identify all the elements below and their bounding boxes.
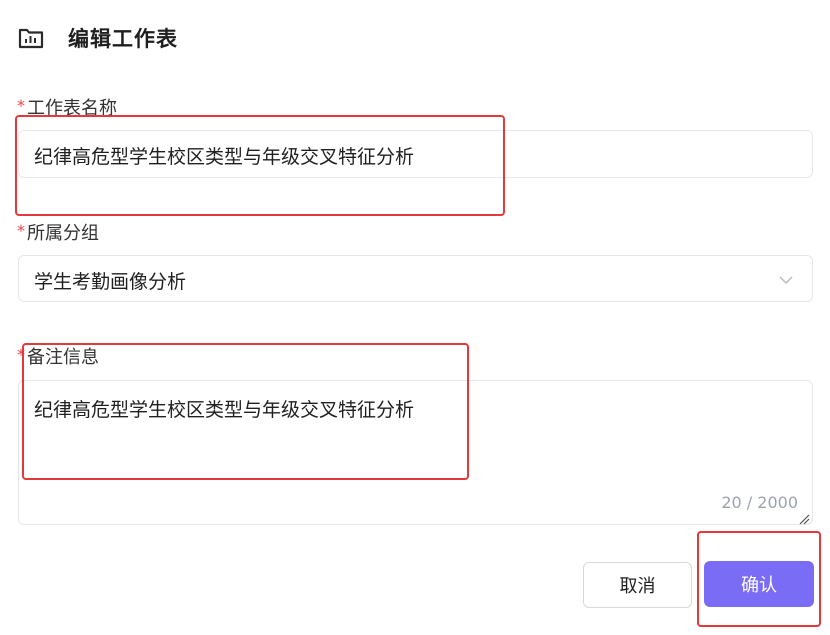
required-asterisk: * <box>17 95 25 115</box>
required-asterisk: * <box>17 220 25 240</box>
folder-chart-icon <box>18 25 44 51</box>
worksheet-name-value: 纪律高危型学生校区类型与年级交叉特征分析 <box>34 146 415 168</box>
notes-field-label-row: * 备注信息 <box>17 343 99 369</box>
group-field-label-row: * 所属分组 <box>17 219 99 245</box>
dialog-header: 编辑工作表 <box>18 22 178 54</box>
notes-value: 纪律高危型学生校区类型与年级交叉特征分析 <box>34 399 415 421</box>
cancel-button[interactable]: 取消 <box>583 562 692 608</box>
group-select[interactable]: 学生考勤画像分析 <box>18 255 813 302</box>
name-field-label: 工作表名称 <box>27 98 117 119</box>
name-field-label-row: * 工作表名称 <box>17 94 117 120</box>
worksheet-name-input[interactable]: 纪律高危型学生校区类型与年级交叉特征分析 <box>18 130 813 178</box>
resize-grip-icon[interactable] <box>798 510 810 525</box>
group-field-label: 所属分组 <box>27 223 99 244</box>
dialog-title: 编辑工作表 <box>68 27 178 51</box>
confirm-button[interactable]: 确认 <box>704 561 814 607</box>
char-counter: 20 / 2000 <box>721 493 798 512</box>
notes-textarea[interactable]: 纪律高危型学生校区类型与年级交叉特征分析 20 / 2000 <box>18 380 813 525</box>
required-asterisk: * <box>17 344 25 364</box>
chevron-down-icon <box>776 270 796 290</box>
group-select-value: 学生考勤画像分析 <box>34 271 187 293</box>
notes-field-label: 备注信息 <box>27 347 99 368</box>
